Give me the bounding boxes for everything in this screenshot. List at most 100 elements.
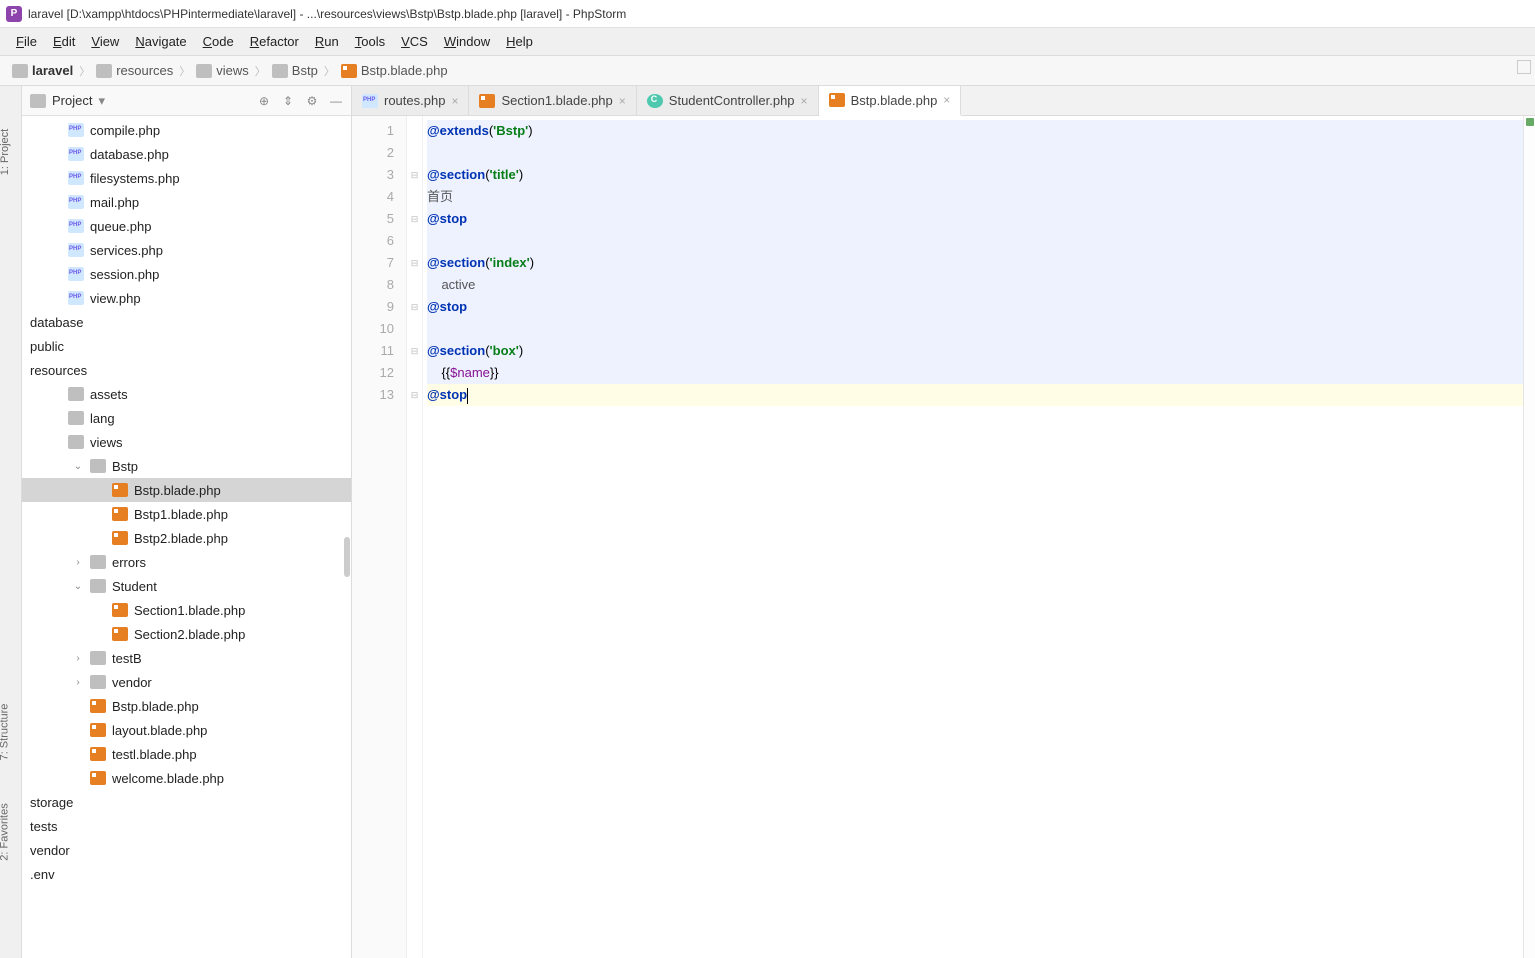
hide-icon[interactable]: —: [329, 94, 343, 108]
tree-node-view-php[interactable]: view.php: [22, 286, 351, 310]
tree-scrollbar[interactable]: [344, 537, 350, 577]
menu-run[interactable]: Run: [307, 30, 347, 53]
tree-node-queue-php[interactable]: queue.php: [22, 214, 351, 238]
toolbar-square-icon[interactable]: [1517, 60, 1531, 74]
tree-node-Student[interactable]: ⌄Student: [22, 574, 351, 598]
close-icon[interactable]: ×: [801, 94, 808, 108]
menu-tools[interactable]: Tools: [347, 30, 393, 53]
tab-StudentController-php[interactable]: StudentController.php×: [637, 86, 819, 115]
tree-node-Section2-blade-php[interactable]: Section2.blade.php: [22, 622, 351, 646]
project-tree[interactable]: compile.php database.php filesystems.phpma…: [22, 116, 351, 958]
close-icon[interactable]: ×: [619, 94, 626, 108]
tab-routes-php[interactable]: routes.php×: [352, 86, 469, 115]
menu-vcs[interactable]: VCS: [393, 30, 436, 53]
tree-node--env[interactable]: .env: [22, 862, 351, 886]
breadcrumb-2[interactable]: views: [192, 63, 253, 78]
breadcrumb-3[interactable]: Bstp: [268, 63, 322, 78]
tab-label: Section1.blade.php: [501, 93, 612, 108]
tree-node-vendor[interactable]: ›vendor: [22, 670, 351, 694]
code-editor[interactable]: 12345678910111213 ⊟⊟⊟⊟⊟⊟ @extends('Bstp'…: [352, 116, 1535, 958]
code-line-10[interactable]: [427, 318, 1535, 340]
tree-node-Section1-blade-php[interactable]: Section1.blade.php: [22, 598, 351, 622]
code-line-5[interactable]: @stop: [427, 208, 1535, 230]
folder-icon: [68, 435, 84, 449]
code-content[interactable]: @extends('Bstp')@section('title')首页@stop…: [423, 116, 1535, 958]
folder-icon: [90, 579, 106, 593]
menu-window[interactable]: Window: [436, 30, 498, 53]
menu-edit[interactable]: Edit: [45, 30, 83, 53]
tree-node-database[interactable]: database: [22, 310, 351, 334]
tree-node-vendor[interactable]: vendor: [22, 838, 351, 862]
menu-file[interactable]: File: [8, 30, 45, 53]
php-icon: [68, 195, 84, 209]
code-line-13[interactable]: @stop: [427, 384, 1535, 406]
tree-node-Bstp1-blade-php[interactable]: Bstp1.blade.php: [22, 502, 351, 526]
code-line-3[interactable]: @section('title'): [427, 164, 1535, 186]
tree-node-resources[interactable]: resources: [22, 358, 351, 382]
collapse-icon[interactable]: ⇕: [281, 94, 295, 108]
tree-node-mail-php[interactable]: mail.php: [22, 190, 351, 214]
tree-label: database: [30, 315, 84, 330]
breadcrumb-1[interactable]: resources: [92, 63, 177, 78]
fold-gutter[interactable]: ⊟⊟⊟⊟⊟⊟: [407, 116, 423, 958]
tree-node-Bstp-blade-php[interactable]: Bstp.blade.php: [22, 694, 351, 718]
menu-help[interactable]: Help: [498, 30, 541, 53]
code-line-6[interactable]: [427, 230, 1535, 252]
code-line-7[interactable]: @section('index'): [427, 252, 1535, 274]
locate-icon[interactable]: ⊕: [257, 94, 271, 108]
editor-tabs: routes.php×Section1.blade.php×StudentCon…: [352, 86, 1535, 116]
close-icon[interactable]: ×: [451, 94, 458, 108]
tab-Bstp-blade-php[interactable]: Bstp.blade.php ×: [819, 86, 962, 116]
code-line-2[interactable]: [427, 142, 1535, 164]
tree-node-layout-blade-php[interactable]: layout.blade.php: [22, 718, 351, 742]
error-stripe[interactable]: [1523, 116, 1535, 958]
app-icon: P: [6, 6, 22, 22]
tree-node-services-php[interactable]: services.php: [22, 238, 351, 262]
tree-node-testl-blade-php[interactable]: testl.blade.php: [22, 742, 351, 766]
close-icon[interactable]: ×: [943, 93, 950, 107]
breadcrumb-4[interactable]: Bstp.blade.php: [337, 63, 452, 78]
breadcrumb-0[interactable]: laravel: [8, 63, 77, 78]
chevron-icon: 〉: [79, 63, 90, 79]
menu-view[interactable]: View: [83, 30, 127, 53]
menu-code[interactable]: Code: [195, 30, 242, 53]
tree-node-Bstp[interactable]: ⌄Bstp: [22, 454, 351, 478]
tree-node-assets[interactable]: assets: [22, 382, 351, 406]
menu-refactor[interactable]: Refactor: [242, 30, 307, 53]
tab-Section1-blade-php[interactable]: Section1.blade.php ×: [469, 86, 636, 115]
tree-node-tests[interactable]: tests: [22, 814, 351, 838]
tree-node-public[interactable]: public: [22, 334, 351, 358]
folder-icon: [90, 651, 106, 665]
code-line-11[interactable]: @section('box'): [427, 340, 1535, 362]
tab-label: Bstp.blade.php: [851, 93, 938, 108]
tree-node-errors[interactable]: ›errors: [22, 550, 351, 574]
tree-node-Bstp2-blade-php[interactable]: Bstp2.blade.php: [22, 526, 351, 550]
tree-node-storage[interactable]: storage: [22, 790, 351, 814]
code-line-4[interactable]: 首页: [427, 186, 1535, 208]
code-line-12[interactable]: {{$name}}: [427, 362, 1535, 384]
tree-label: .env: [30, 867, 55, 882]
left-tab-project[interactable]: 1: Project: [0, 129, 11, 175]
tree-node-session-php[interactable]: session.php: [22, 262, 351, 286]
code-line-1[interactable]: @extends('Bstp'): [427, 120, 1535, 142]
tree-node-filesystems-php[interactable]: filesystems.php: [22, 166, 351, 190]
chevron-icon: 〉: [324, 63, 335, 79]
tree-node-lang[interactable]: lang: [22, 406, 351, 430]
tree-node-welcome-blade-php[interactable]: welcome.blade.php: [22, 766, 351, 790]
tree-node-Bstp-blade-php[interactable]: Bstp.blade.php: [22, 478, 351, 502]
tree-label: database.php: [90, 147, 169, 162]
tree-node-compile-php[interactable]: compile.php: [22, 118, 351, 142]
dropdown-icon[interactable]: ▾: [98, 93, 105, 109]
left-tab-favorites[interactable]: 2: Favorites: [0, 803, 11, 860]
tree-label: compile.php: [90, 123, 160, 138]
code-line-8[interactable]: active: [427, 274, 1535, 296]
menu-navigate[interactable]: Navigate: [127, 30, 194, 53]
tree-node-views[interactable]: views: [22, 430, 351, 454]
left-tab-structure[interactable]: 7: Structure: [0, 704, 10, 761]
code-line-9[interactable]: @stop: [427, 296, 1535, 318]
tree-node-database-php[interactable]: database.php: [22, 142, 351, 166]
settings-icon[interactable]: ⚙: [305, 94, 319, 108]
tree-node-testB[interactable]: ›testB: [22, 646, 351, 670]
blade-icon: [112, 507, 128, 521]
line-number-gutter: 12345678910111213: [352, 116, 407, 958]
